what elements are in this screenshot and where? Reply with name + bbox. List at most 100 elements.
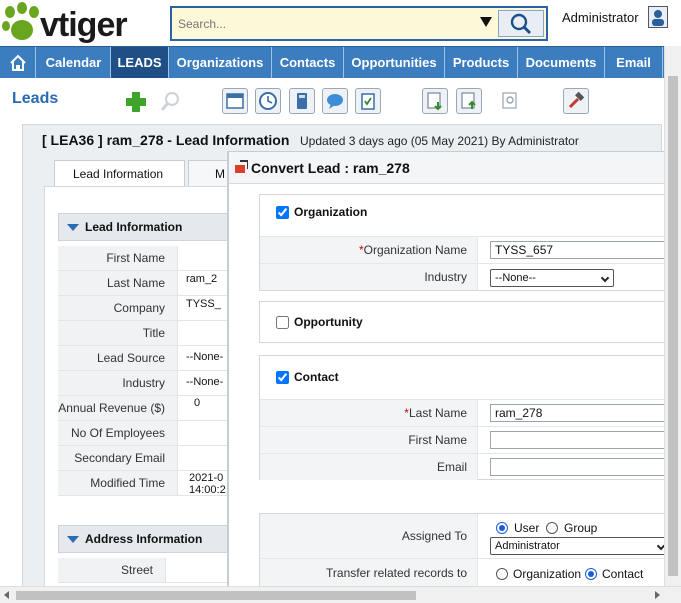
contact-email-input[interactable] bbox=[490, 458, 670, 476]
horizontal-scroll-thumb[interactable] bbox=[16, 591, 416, 600]
search-button[interactable] bbox=[498, 10, 544, 37]
field-label: Industry bbox=[260, 264, 478, 290]
field-row: Lead Source --None- bbox=[58, 346, 238, 371]
assign-group-radio[interactable] bbox=[546, 522, 558, 534]
clipboard-button[interactable] bbox=[355, 88, 381, 114]
nav-leads[interactable]: LEADS bbox=[111, 47, 169, 78]
field-value: TYSS_ bbox=[186, 298, 221, 310]
chevron-down-icon bbox=[67, 224, 79, 231]
field-value: --None- bbox=[186, 376, 224, 388]
calculator-icon bbox=[297, 93, 307, 109]
contact-section: Contact *Last Name First Name Email bbox=[259, 355, 670, 480]
clipboard-icon bbox=[361, 93, 375, 110]
calendar-icon bbox=[226, 93, 244, 109]
transfer-organization-radio[interactable] bbox=[496, 568, 508, 580]
vertical-scroll-thumb[interactable] bbox=[668, 76, 678, 576]
dialog-title: Convert Lead : ram_278 bbox=[251, 160, 410, 176]
calendar-button[interactable] bbox=[222, 88, 248, 114]
dialog-header[interactable]: Convert Lead : ram_278 bbox=[229, 152, 669, 184]
nav-organizations[interactable]: Organizations bbox=[169, 47, 272, 78]
assign-user-radio[interactable] bbox=[496, 522, 508, 534]
vertical-scrollbar[interactable] bbox=[664, 46, 681, 586]
chat-button[interactable] bbox=[322, 88, 348, 114]
horizontal-scrollbar[interactable] bbox=[0, 586, 681, 603]
clock-icon bbox=[259, 92, 277, 110]
field-label: *Last Name bbox=[260, 400, 478, 426]
field-row: First Name bbox=[58, 246, 238, 271]
section-header: Contact bbox=[260, 356, 668, 392]
contact-first-name-row: First Name bbox=[260, 426, 670, 453]
selected-value: Administrator bbox=[495, 540, 560, 552]
transfer-contact-radio[interactable] bbox=[585, 568, 597, 580]
magnifier-icon bbox=[160, 92, 179, 111]
contact-checkbox[interactable] bbox=[276, 371, 289, 384]
nav-home[interactable] bbox=[0, 47, 36, 78]
contact-last-name-input[interactable] bbox=[490, 404, 670, 422]
field-label: Last Name bbox=[58, 271, 178, 295]
transfer-records-row: Transfer related records to Organization… bbox=[260, 558, 668, 589]
search-input[interactable] bbox=[174, 10, 474, 37]
export-icon bbox=[461, 92, 476, 109]
organization-checkbox[interactable] bbox=[276, 206, 289, 219]
user-avatar-icon[interactable] bbox=[648, 6, 668, 28]
scroll-right-icon[interactable] bbox=[655, 591, 660, 599]
organization-name-input[interactable] bbox=[490, 241, 670, 259]
address-information-block-header[interactable]: Address Information bbox=[58, 525, 228, 553]
field-label: Secondary Email bbox=[58, 446, 178, 470]
tab-lead-information[interactable]: Lead Information bbox=[54, 160, 185, 187]
radio-label: Group bbox=[564, 521, 598, 535]
assigned-owner-select[interactable]: Administrator bbox=[490, 537, 670, 555]
chat-icon bbox=[327, 94, 343, 109]
nav-contacts[interactable]: Contacts bbox=[272, 47, 344, 78]
search-leads-button[interactable] bbox=[156, 88, 182, 114]
clock-button[interactable] bbox=[255, 88, 281, 114]
section-label: Opportunity bbox=[294, 315, 363, 329]
nav-documents[interactable]: Documents bbox=[518, 47, 605, 78]
field-row: Company TYSS_ bbox=[58, 296, 238, 321]
field-row: Secondary Email bbox=[58, 446, 238, 471]
nav-email[interactable]: Email bbox=[605, 47, 663, 78]
nav-calendar[interactable]: Calendar bbox=[37, 47, 111, 78]
import-button[interactable] bbox=[422, 88, 448, 114]
field-label: Company bbox=[58, 296, 178, 320]
field-value: 14:00:2 bbox=[189, 484, 226, 496]
search-icon bbox=[510, 13, 532, 35]
export-button[interactable] bbox=[456, 88, 482, 114]
nav-products[interactable]: Products bbox=[445, 47, 518, 78]
settings-button[interactable] bbox=[563, 88, 589, 114]
field-label: No Of Employees bbox=[58, 421, 178, 445]
field-label: Annual Revenue ($) bbox=[58, 396, 178, 420]
vtiger-logo[interactable]: vtiger bbox=[0, 2, 170, 44]
chevron-down-icon bbox=[67, 536, 79, 543]
industry-select[interactable]: --None-- bbox=[490, 269, 614, 287]
scroll-left-icon[interactable] bbox=[4, 591, 9, 599]
search-dropdown-icon[interactable] bbox=[480, 17, 492, 27]
field-row: Industry --None- bbox=[58, 371, 238, 396]
section-header: Organization bbox=[260, 195, 668, 231]
create-lead-button[interactable] bbox=[122, 88, 148, 114]
organization-name-row: *Organization Name bbox=[260, 236, 670, 263]
calculator-button[interactable] bbox=[289, 88, 315, 114]
assignment-section: Assigned To User Group Administrator Tra… bbox=[259, 513, 670, 589]
contact-first-name-input[interactable] bbox=[490, 431, 670, 449]
chevron-down-icon bbox=[600, 273, 610, 283]
field-label: Assigned To bbox=[260, 514, 478, 558]
assigned-to-row: Assigned To User Group Administrator bbox=[260, 514, 670, 558]
field-label: First Name bbox=[58, 246, 178, 270]
opportunity-section: Opportunity bbox=[259, 301, 669, 343]
field-label: First Name bbox=[260, 427, 478, 453]
field-label: Street bbox=[58, 558, 166, 582]
lead-information-block-header[interactable]: Lead Information bbox=[58, 213, 228, 241]
find-duplicates-icon bbox=[502, 92, 517, 109]
field-row: Street bbox=[58, 558, 238, 583]
field-label: Industry bbox=[58, 371, 178, 395]
module-title[interactable]: Leads bbox=[12, 90, 58, 108]
industry-row: Industry --None-- bbox=[260, 263, 668, 290]
opportunity-checkbox[interactable] bbox=[276, 316, 289, 329]
field-label: Title bbox=[58, 321, 178, 345]
user-name[interactable]: Administrator bbox=[562, 10, 639, 25]
import-icon bbox=[427, 92, 442, 111]
tools-icon bbox=[568, 91, 585, 109]
nav-opportunities[interactable]: Opportunities bbox=[344, 47, 445, 78]
find-duplicates-button[interactable] bbox=[497, 88, 523, 114]
